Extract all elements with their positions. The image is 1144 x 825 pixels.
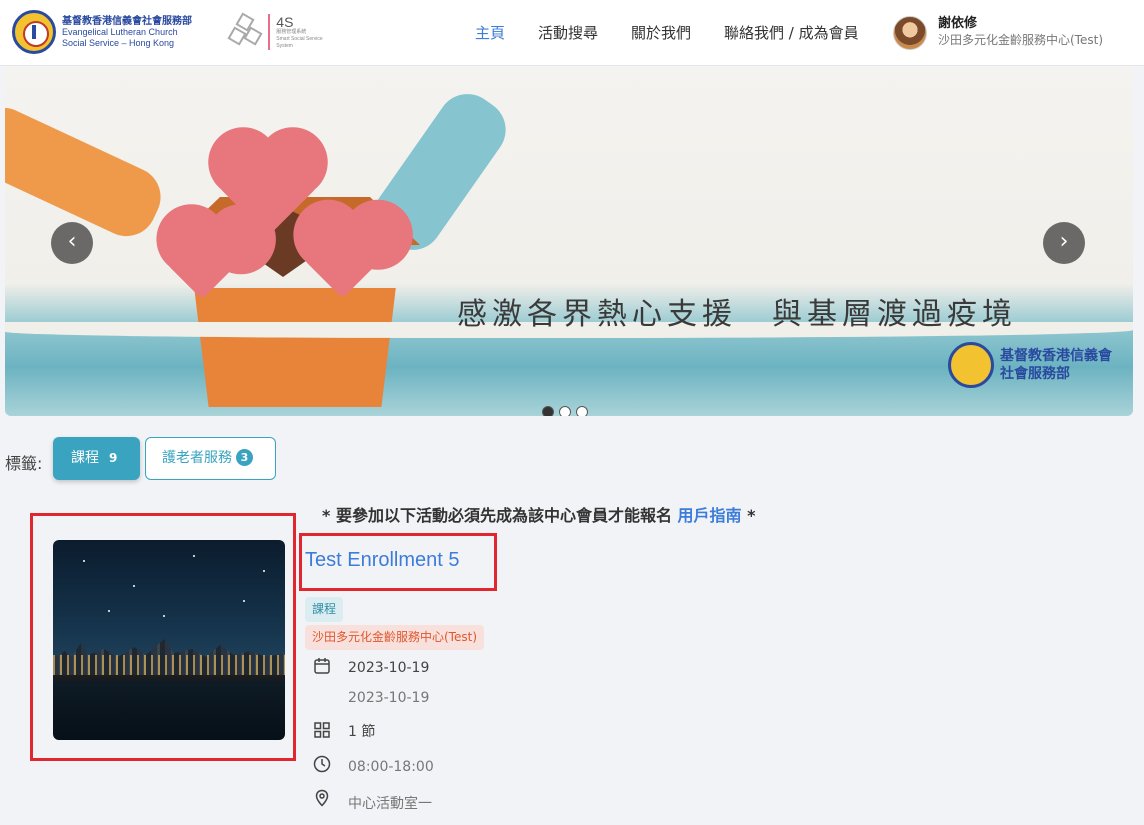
carousel-prev-button[interactable]: ‹ [51,222,93,264]
banner-illustration-arm [5,98,171,246]
org-logo[interactable]: 基督教香港信義會社會服務部 Evangelical Lutheran Churc… [12,8,212,56]
nav-home[interactable]: 主頁 [475,22,505,43]
grid-icon [314,722,330,738]
banner-org-logo: 基督教香港信義會 社會服務部 [948,342,1112,388]
user-guide-link[interactable]: 用戶指南 [678,506,742,525]
top-navbar: 基督教香港信義會社會服務部 Evangelical Lutheran Churc… [0,0,1144,66]
activity-center-badge: 沙田多元化金齡服務中心(Test) [305,625,484,650]
user-avatar[interactable] [893,16,927,50]
activity-thumbnail[interactable] [53,540,285,740]
cubes-icon [226,12,263,51]
user-center: 沙田多元化金齡服務中心(Test) [938,33,1103,47]
heart-icon [303,220,382,299]
tag-name: 課程 [71,450,99,466]
4s-logo-title: 4S [276,13,294,30]
activity-category-badge: 課程 [305,597,344,622]
calendar-icon [314,658,330,674]
carousel-dot[interactable] [576,406,588,416]
carousel-dot[interactable] [542,406,554,416]
nav-activity-search[interactable]: 活動搜尋 [538,22,598,43]
carousel-dot[interactable] [559,406,571,416]
activity-venue: 中心活動室一 [348,796,432,812]
banner-carousel: 感激各界熱心支援 與基層渡過疫境 基督教香港信義會 社會服務部 ‹ › [5,67,1133,416]
lutheran-seal-icon [948,342,994,388]
tag-filter-carer-service[interactable]: 護老者服務 3 [145,437,276,480]
tag-count: 9 [109,451,118,465]
location-pin-icon [315,789,329,807]
tag-name: 護老者服務 [162,450,232,466]
membership-notice: * 要參加以下活動必須先成為該中心會員才能報名 用戶指南 * [322,506,756,525]
nav-about-us[interactable]: 關於我們 [631,22,691,43]
chevron-right-icon: › [1059,229,1069,254]
org-logo-en1: Evangelical Lutheran Church [62,26,178,37]
banner-logo-line1: 基督教香港信義會 [1000,348,1112,364]
activity-start-date: 2023-10-19 [348,660,430,676]
banner-logo-line2: 社會服務部 [1000,366,1070,382]
tag-count: 3 [236,449,253,466]
4s-logo-sub2: Smart Social Service System [276,35,323,49]
nav-contact-join[interactable]: 聯絡我們 / 成為會員 [724,22,859,43]
org-logo-en2: Social Service – Hong Kong [62,37,175,48]
carousel-indicators [542,406,588,416]
org-logo-zh: 基督教香港信義會社會服務部 [62,15,192,27]
activity-title[interactable]: Test Enrollment 5 [305,549,460,572]
banner-caption: 感激各界熱心支援 與基層渡過疫境 [457,297,1017,332]
4s-logo-sub1: 服務管理系統 [276,28,307,35]
tag-filter-course[interactable]: 課程 9 [53,437,140,480]
4s-logo[interactable]: 4S 服務管理系統 Smart Social Service System [226,10,338,54]
activity-sessions: 1 節 [348,724,376,740]
chevron-left-icon: ‹ [67,229,77,254]
tags-label: 標籤: [5,454,43,473]
user-name[interactable]: 謝依修 [938,12,977,31]
activity-end-date: 2023-10-19 [348,690,430,706]
lutheran-seal-icon [12,10,56,54]
clock-icon [313,755,331,773]
carousel-next-button[interactable]: › [1043,222,1085,264]
activity-time: 08:00-18:00 [348,759,434,775]
